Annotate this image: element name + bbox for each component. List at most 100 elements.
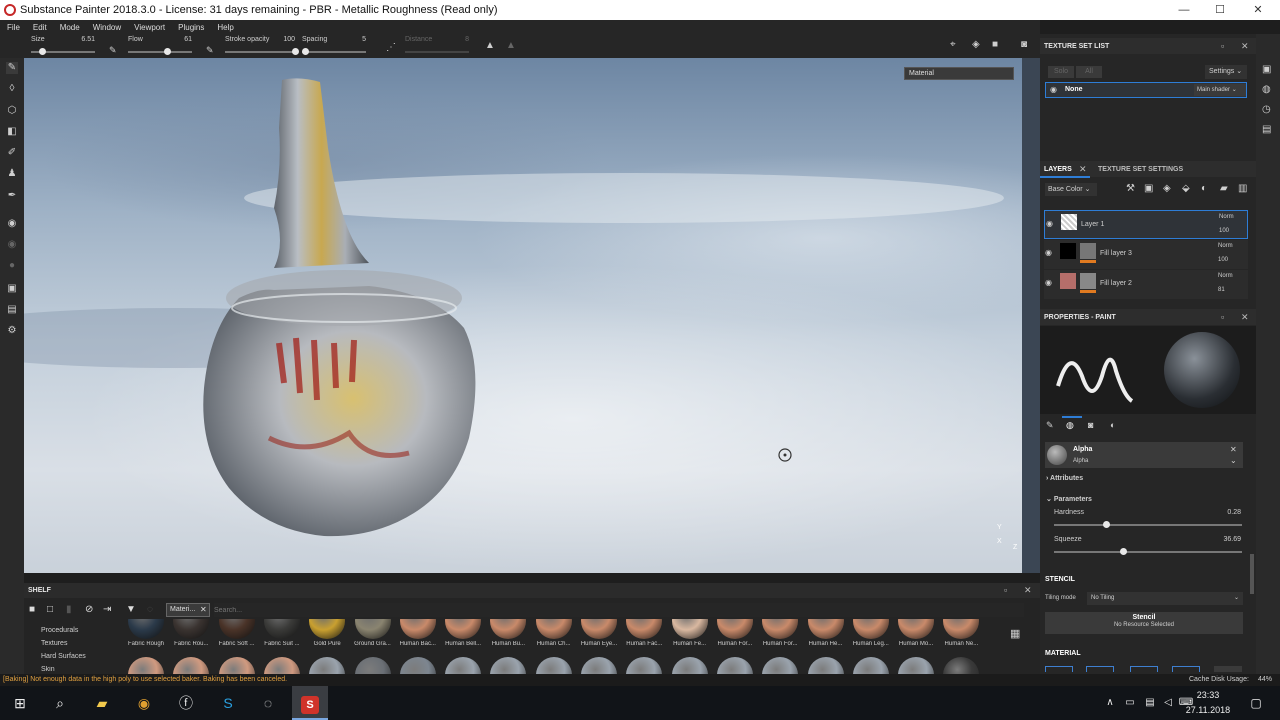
stroke-opacity-value[interactable]: 100: [275, 36, 295, 43]
shelf-material-thumbnail[interactable]: [762, 657, 799, 674]
shelf-material-thumbnail[interactable]: [626, 657, 663, 674]
shelf-material-thumbnail[interactable]: [852, 619, 889, 639]
shelf-material-thumbnail[interactable]: [218, 657, 255, 674]
shelf-material-thumbnail[interactable]: [716, 657, 753, 674]
shelf-material-thumbnail[interactable]: [309, 619, 346, 639]
shelf-material-thumbnail[interactable]: [218, 619, 255, 639]
alpha-slot[interactable]: Alpha Alpha ✕ ⌄: [1045, 442, 1243, 468]
shelf-material-thumbnail[interactable]: [626, 619, 663, 639]
add-fill-layer-icon[interactable]: ◈: [1163, 183, 1171, 194]
windows-start-icon[interactable]: ⊞: [8, 691, 32, 715]
parameters-section[interactable]: ⌄ Parameters: [1046, 495, 1092, 503]
category-textures[interactable]: Textures: [41, 640, 67, 647]
all-button[interactable]: All: [1076, 66, 1102, 78]
undock-icon[interactable]: ▫: [1221, 41, 1224, 51]
visibility-eye-icon[interactable]: ◉: [1050, 85, 1057, 94]
attributes-section[interactable]: › Attributes: [1046, 475, 1083, 482]
color-picker-icon[interactable]: ✒: [6, 190, 18, 202]
shelf-material-thumbnail[interactable]: [898, 619, 935, 639]
shelf-material-thumbnail[interactable]: [671, 657, 708, 674]
hardness-slider-knob[interactable]: [1103, 521, 1111, 528]
shelf-search-input[interactable]: [214, 603, 1024, 617]
squeeze-value[interactable]: 36.69: [1215, 536, 1241, 543]
iray-icon[interactable]: ◉: [6, 239, 18, 251]
import-icon[interactable]: ⇥: [103, 604, 111, 615]
paint-brush-icon[interactable]: ✎: [6, 62, 18, 74]
photoshop-export-icon[interactable]: ▣: [6, 283, 18, 295]
properties-close-icon[interactable]: ✕: [1241, 312, 1249, 323]
shelf-material-thumbnail[interactable]: [535, 619, 572, 639]
log-icon[interactable]: ▤: [1262, 124, 1271, 135]
add-smart-material-icon[interactable]: ◐: [1201, 183, 1207, 194]
material-tab-icon[interactable]: ◐: [1110, 420, 1115, 430]
shelf-material-thumbnail[interactable]: [671, 619, 708, 639]
layer-row-layer-1[interactable]: ◉ Layer 1 Norm 100: [1044, 210, 1248, 239]
viewport-channel-select[interactable]: Material: [904, 67, 1014, 80]
size-slider-knob[interactable]: [39, 48, 47, 55]
hide-icon[interactable]: ⊘: [85, 604, 93, 615]
shelf-undock-icon[interactable]: ▫: [1004, 585, 1007, 595]
shelf-material-thumbnail[interactable]: [445, 619, 482, 639]
filter-tag-close-icon[interactable]: ✕: [200, 605, 207, 614]
shelf-close-icon[interactable]: ✕: [1024, 585, 1032, 596]
shelf-material-thumbnail[interactable]: [173, 619, 210, 639]
hardness-slider[interactable]: [1054, 524, 1242, 526]
app-icon[interactable]: ⓕ: [174, 691, 198, 715]
properties-undock-icon[interactable]: ▫: [1221, 312, 1224, 322]
material-channel-button[interactable]: [1045, 666, 1073, 672]
squeeze-slider[interactable]: [1054, 551, 1242, 553]
obs-icon[interactable]: ◌: [256, 691, 280, 715]
tab-texture-set-settings[interactable]: TEXTURE SET SETTINGS: [1098, 166, 1183, 173]
grid-view-icon[interactable]: ▦: [1010, 627, 1020, 640]
bake-icon[interactable]: ◉: [6, 218, 18, 230]
channel-dropdown[interactable]: Base Color ⌄: [1045, 183, 1097, 196]
shelf-material-thumbnail[interactable]: [716, 619, 753, 639]
stencil-tab-icon[interactable]: ◙: [1088, 420, 1093, 430]
add-mask-icon[interactable]: ▣: [1144, 183, 1153, 194]
shelf-material-thumbnail[interactable]: [943, 657, 980, 674]
squeeze-slider-knob[interactable]: [1120, 548, 1128, 555]
settings-gear-icon[interactable]: ⚙: [6, 325, 18, 337]
filter-tag[interactable]: Materi... ✕: [166, 603, 210, 617]
3d-viewport[interactable]: Material Y X Z: [24, 58, 1022, 573]
close-window-button[interactable]: ✕: [1240, 0, 1276, 20]
stroke-opacity-slider[interactable]: [225, 51, 295, 53]
stroke-opacity-slider-knob[interactable]: [291, 48, 299, 55]
symmetry-icon[interactable]: ▲: [485, 40, 495, 51]
spacing-slider[interactable]: [302, 51, 366, 53]
category-hard-surfaces[interactable]: Hard Surfaces: [41, 653, 86, 660]
layer-opacity[interactable]: 100: [1218, 257, 1228, 263]
render-icon[interactable]: ●: [6, 260, 18, 272]
substance-painter-taskbar-icon[interactable]: S: [292, 686, 328, 720]
menu-mode[interactable]: Mode: [60, 23, 80, 32]
shelf-material-thumbnail[interactable]: [852, 657, 889, 674]
history-icon[interactable]: ◷: [1262, 104, 1271, 115]
shelf-material-thumbnail[interactable]: [807, 619, 844, 639]
lazy-mouse-icon[interactable]: ⋰: [386, 42, 396, 53]
shader-dropdown[interactable]: Main shader ⌄: [1194, 84, 1246, 96]
layer-row-fill-layer-2[interactable]: ◉ Fill layer 2 Norm 81: [1044, 270, 1248, 299]
layer-blend-mode[interactable]: Norm: [1218, 273, 1233, 279]
file-explorer-icon[interactable]: ▰: [90, 691, 114, 715]
shelf-material-thumbnail[interactable]: [535, 657, 572, 674]
shader-settings-icon[interactable]: ◍: [1262, 84, 1271, 95]
properties-scrollbar[interactable]: [1250, 554, 1254, 594]
layer-opacity[interactable]: 81: [1218, 287, 1225, 293]
video-icon[interactable]: ■: [992, 39, 998, 50]
minimize-button[interactable]: —: [1166, 0, 1202, 20]
shelf-material-thumbnail[interactable]: [943, 619, 980, 639]
shelf-material-thumbnail[interactable]: [807, 657, 844, 674]
menu-window[interactable]: Window: [93, 23, 121, 32]
close-icon[interactable]: ✕: [1241, 41, 1249, 52]
hardness-value[interactable]: 0.28: [1215, 509, 1241, 516]
solo-button[interactable]: Solo: [1048, 66, 1074, 78]
distance-slider[interactable]: [405, 51, 469, 53]
layer-visibility-icon[interactable]: ◉: [1045, 278, 1052, 287]
add-layer-icon[interactable]: ⬙: [1182, 183, 1190, 194]
size-value[interactable]: 6.51: [70, 36, 95, 43]
spacing-slider-knob[interactable]: [301, 48, 309, 55]
menu-edit[interactable]: Edit: [33, 23, 47, 32]
material-channel-button[interactable]: [1086, 666, 1114, 672]
shelf-material-thumbnail[interactable]: [898, 657, 935, 674]
add-effect-icon[interactable]: ⚒: [1126, 183, 1135, 194]
